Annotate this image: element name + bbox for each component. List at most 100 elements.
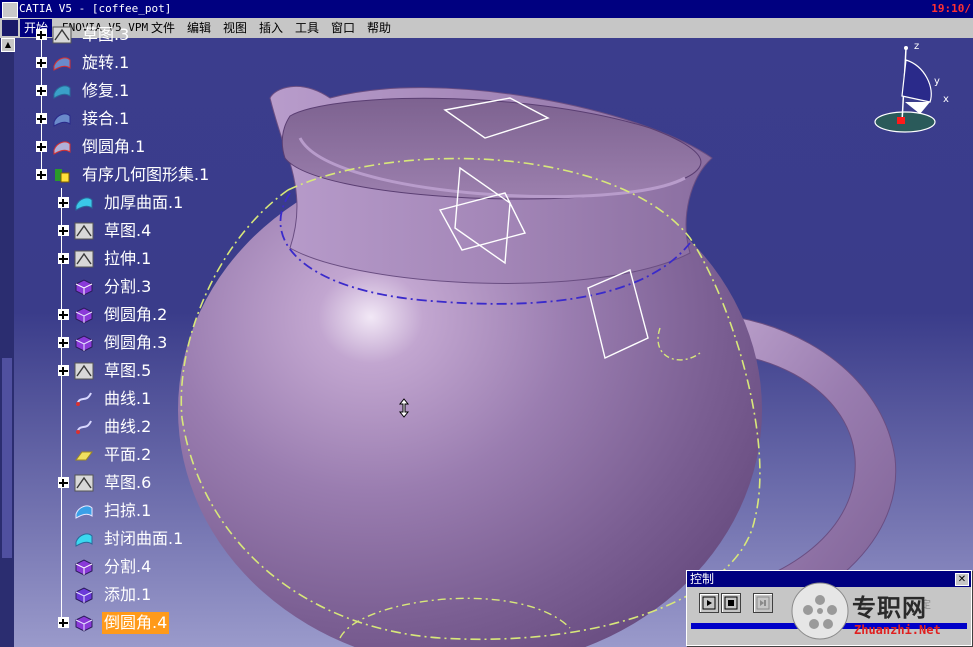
fillet-solid-icon (75, 335, 93, 352)
tree-item[interactable]: 草图.5 (14, 360, 274, 382)
tree-item-label: 草图.3 (82, 25, 130, 44)
curve-icon (76, 420, 92, 434)
sketch-icon (74, 362, 94, 380)
play-icon (702, 596, 716, 610)
control-panel-title: 控制 (690, 572, 715, 586)
resize-cursor-icon (398, 398, 410, 418)
tree-item[interactable]: 曲线.1 (14, 388, 274, 410)
tree-item[interactable]: 拉伸.1 (14, 248, 274, 270)
stop-button[interactable] (721, 593, 741, 613)
tree-item[interactable]: 平面.2 (14, 444, 274, 466)
tree-item[interactable]: 草图.4 (14, 220, 274, 242)
tree-item-label: 拉伸.1 (104, 249, 152, 268)
tree-item-label: 曲线.2 (104, 417, 152, 436)
fillet-surface-icon (53, 141, 71, 155)
stop-icon (724, 596, 738, 610)
expand-node-icon[interactable] (58, 309, 69, 320)
menu-help[interactable]: 帮助 (363, 19, 395, 37)
tree-item-label: 倒圆角.1 (82, 137, 146, 156)
tree-item[interactable]: 草图.3 (14, 24, 274, 46)
expand-node-icon[interactable] (36, 57, 47, 68)
tree-item[interactable]: 倒圆角.2 (14, 304, 274, 326)
tree-item-label: 倒圆角.3 (104, 333, 168, 352)
tree-item-label: 封闭曲面.1 (104, 529, 184, 548)
expand-node-icon[interactable] (58, 225, 69, 236)
tree-item-label: 加厚曲面.1 (104, 193, 184, 212)
menu-tools[interactable]: 工具 (291, 19, 323, 37)
tree-item[interactable]: 添加.1 (14, 584, 274, 606)
compass-icon[interactable] (874, 46, 936, 133)
tree-item-label: 扫掠.1 (104, 501, 152, 520)
tree-item[interactable]: 分割.3 (14, 276, 274, 298)
expand-node-icon[interactable] (36, 169, 47, 180)
expand-node-icon[interactable] (36, 113, 47, 124)
tree-item-label: 分割.3 (104, 277, 152, 296)
fillet-solid-icon (75, 307, 93, 324)
tree-item[interactable]: 草图.6 (14, 472, 274, 494)
tree-item-label: 草图.6 (104, 473, 152, 492)
extrude-icon (74, 250, 94, 268)
tree-item[interactable]: 倒圆角.3 (14, 332, 274, 354)
tree-item-label: 草图.4 (104, 221, 152, 240)
tree-item[interactable]: 封闭曲面.1 (14, 528, 274, 550)
compass-axis-y: y (934, 76, 940, 87)
tree-item[interactable]: 接合.1 (14, 108, 274, 130)
curve-icon (76, 392, 92, 406)
sweep-icon (75, 505, 93, 519)
play-button[interactable] (699, 593, 719, 613)
expand-node-icon[interactable] (36, 29, 47, 40)
plane-icon (75, 451, 93, 461)
tree-item-label: 倒圆角.4 (102, 612, 170, 634)
expand-node-icon[interactable] (58, 477, 69, 488)
tree-item[interactable]: 旋转.1 (14, 52, 274, 74)
join-icon (53, 113, 71, 127)
tree-item[interactable]: 曲线.2 (14, 416, 274, 438)
tree-item[interactable]: 修复.1 (14, 80, 274, 102)
tree-item-label: 分割.4 (104, 557, 152, 576)
tree-item-label: 平面.2 (104, 445, 152, 464)
compass-axis-x: x (943, 94, 949, 105)
expand-node-icon[interactable] (58, 197, 69, 208)
expand-node-icon[interactable] (58, 617, 69, 628)
revolve-icon (53, 57, 71, 71)
tree-item-label: 修复.1 (82, 81, 130, 100)
scroll-thumb[interactable] (2, 358, 12, 558)
window-title: CATIA V5 - [coffee_pot] (19, 2, 172, 15)
expand-node-icon[interactable] (36, 141, 47, 152)
sketch-icon (74, 222, 94, 240)
menu-window[interactable]: 窗口 (327, 19, 359, 37)
watermark-title: 专职网 (852, 594, 927, 622)
tree-item-label: 曲线.1 (104, 389, 152, 408)
expand-node-icon[interactable] (36, 85, 47, 96)
soccer-ball-logo (791, 582, 849, 640)
tree-scrollbar[interactable]: ▲ (0, 38, 15, 647)
ordered-geometrical-set-icon (55, 169, 70, 183)
tree-item-label: 倒圆角.2 (104, 305, 168, 324)
watermark-url: Zhuanzhi.Net (854, 623, 941, 637)
tree-item[interactable]: 分割.4 (14, 556, 274, 578)
scroll-up-icon[interactable]: ▲ (1, 38, 15, 52)
close-surface-icon (75, 533, 93, 547)
split-icon (75, 279, 93, 296)
tree-item-label: 有序几何图形集.1 (82, 165, 210, 184)
add-icon (75, 587, 93, 604)
tree-item-label: 接合.1 (82, 109, 130, 128)
step-icon (756, 596, 770, 610)
split-icon (75, 559, 93, 576)
expand-node-icon[interactable] (58, 253, 69, 264)
expand-node-icon[interactable] (58, 337, 69, 348)
tree-item[interactable]: 扫掠.1 (14, 500, 274, 522)
tree-item[interactable]: 倒圆角.1 (14, 136, 274, 158)
tree-item[interactable]: 倒圆角.4 (14, 612, 274, 634)
tree-rows: 草图.3 旋转.1 修复.1 接合.1 倒圆角.1 有序几何图形集.1 加厚曲面.1 草图.4… (14, 25, 274, 647)
thick-surface-icon (75, 197, 93, 211)
step-button[interactable] (753, 593, 773, 613)
expand-node-icon[interactable] (58, 365, 69, 376)
compass-axis-z: z (914, 41, 920, 52)
tree-item[interactable]: 有序几何图形集.1 (14, 164, 274, 186)
title-bar: CATIA V5 - [coffee_pot] 19:10/ (0, 0, 973, 18)
tree-item[interactable]: 加厚曲面.1 (14, 192, 274, 214)
fillet-solid-icon (75, 615, 93, 632)
healing-icon (53, 85, 71, 99)
catia-app-icon[interactable] (2, 2, 18, 18)
